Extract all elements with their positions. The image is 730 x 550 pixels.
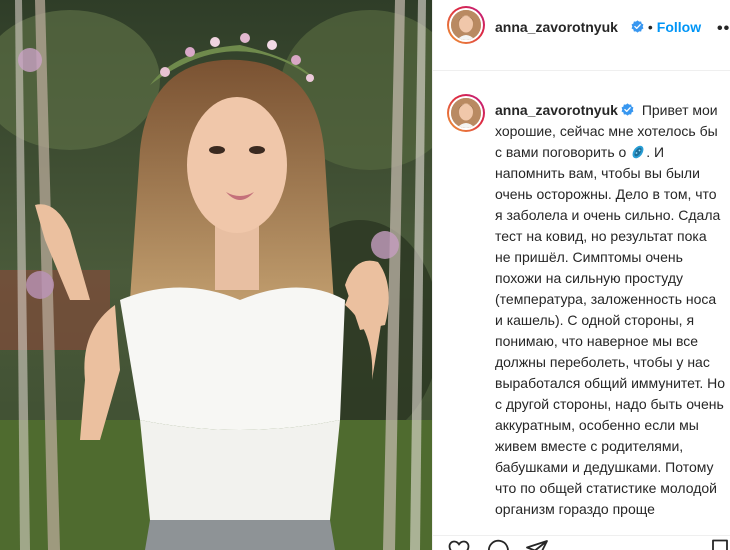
caption-username[interactable]: anna_zavorotnyuk bbox=[495, 102, 618, 118]
action-bar bbox=[433, 535, 730, 550]
heart-icon[interactable] bbox=[447, 538, 471, 550]
caption-text-block: anna_zavorotnyuk Привет мои хорошие, сей… bbox=[495, 100, 725, 520]
caption-text-part-2: . И напомнить вам, чтобы вы были очень о… bbox=[495, 144, 725, 517]
post-header: anna_zavorotnyuk • Follow •• bbox=[433, 0, 730, 71]
comment-icon[interactable] bbox=[486, 538, 510, 550]
paper-plane-icon[interactable] bbox=[525, 538, 549, 550]
bookmark-icon[interactable] bbox=[708, 538, 730, 550]
follow-area: • Follow bbox=[628, 19, 701, 35]
caption-avatar[interactable] bbox=[447, 94, 485, 132]
avatar[interactable] bbox=[447, 6, 485, 44]
photo-illustration bbox=[0, 0, 432, 550]
post-username[interactable]: anna_zavorotnyuk bbox=[495, 19, 618, 35]
separator-dot: • bbox=[647, 19, 653, 35]
microbe-emoji-icon bbox=[632, 145, 644, 159]
more-options-button[interactable]: •• bbox=[717, 20, 730, 38]
avatar-image bbox=[451, 10, 481, 40]
post-photo[interactable] bbox=[0, 0, 432, 550]
verified-badge-icon bbox=[621, 103, 634, 116]
post-details-panel: anna_zavorotnyuk • Follow •• anna_zavoro… bbox=[432, 0, 730, 550]
caption-avatar-image bbox=[451, 98, 481, 128]
follow-button[interactable]: Follow bbox=[657, 19, 701, 35]
verified-badge-icon bbox=[631, 20, 644, 33]
